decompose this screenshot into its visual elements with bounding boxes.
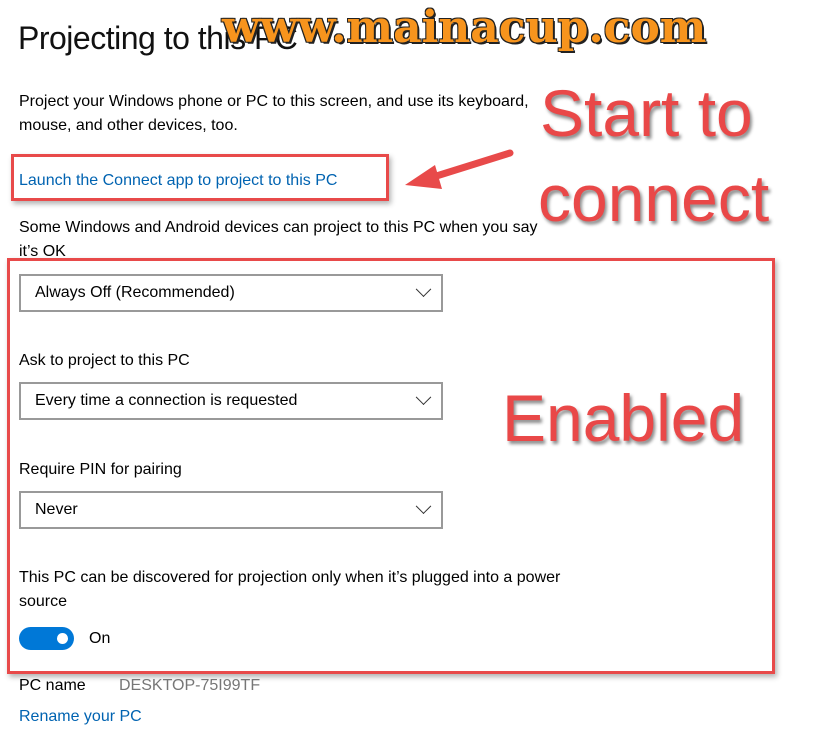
- pin-dropdown[interactable]: Never: [19, 491, 443, 529]
- pc-name-value: DESKTOP-75I99TF: [119, 677, 261, 694]
- pc-name-label: PC name: [19, 677, 86, 694]
- ask-value: Every time a connection is requested: [35, 392, 298, 409]
- launch-connect-link[interactable]: Launch the Connect app to project to thi…: [19, 169, 337, 193]
- start-annotation-line1: Start to: [540, 76, 753, 150]
- power-toggle[interactable]: [19, 627, 74, 650]
- watermark-logo: www.mainacup.com: [222, 2, 707, 53]
- availability-label: Some Windows and Android devices can pro…: [19, 219, 538, 260]
- toggle-knob: [57, 633, 68, 644]
- power-label: This PC can be discovered for projection…: [19, 569, 561, 610]
- start-annotation-line2: connect: [538, 161, 770, 235]
- toggle-state: On: [89, 630, 111, 647]
- chevron-down-icon: [415, 388, 432, 405]
- chevron-down-icon: [415, 280, 432, 297]
- rename-pc-link[interactable]: Rename your PC: [19, 705, 142, 729]
- pin-label: Require PIN for pairing: [19, 461, 182, 478]
- page-description: Project your Windows phone or PC to this…: [19, 93, 529, 134]
- availability-value: Always Off (Recommended): [35, 284, 235, 301]
- ask-dropdown[interactable]: Every time a connection is requested: [19, 382, 443, 420]
- pin-value: Never: [35, 501, 78, 518]
- availability-dropdown[interactable]: Always Off (Recommended): [19, 274, 443, 312]
- arrow-icon: [405, 149, 514, 189]
- chevron-down-icon: [415, 497, 432, 514]
- enabled-annotation: Enabled: [502, 381, 745, 455]
- ask-label: Ask to project to this PC: [19, 352, 190, 369]
